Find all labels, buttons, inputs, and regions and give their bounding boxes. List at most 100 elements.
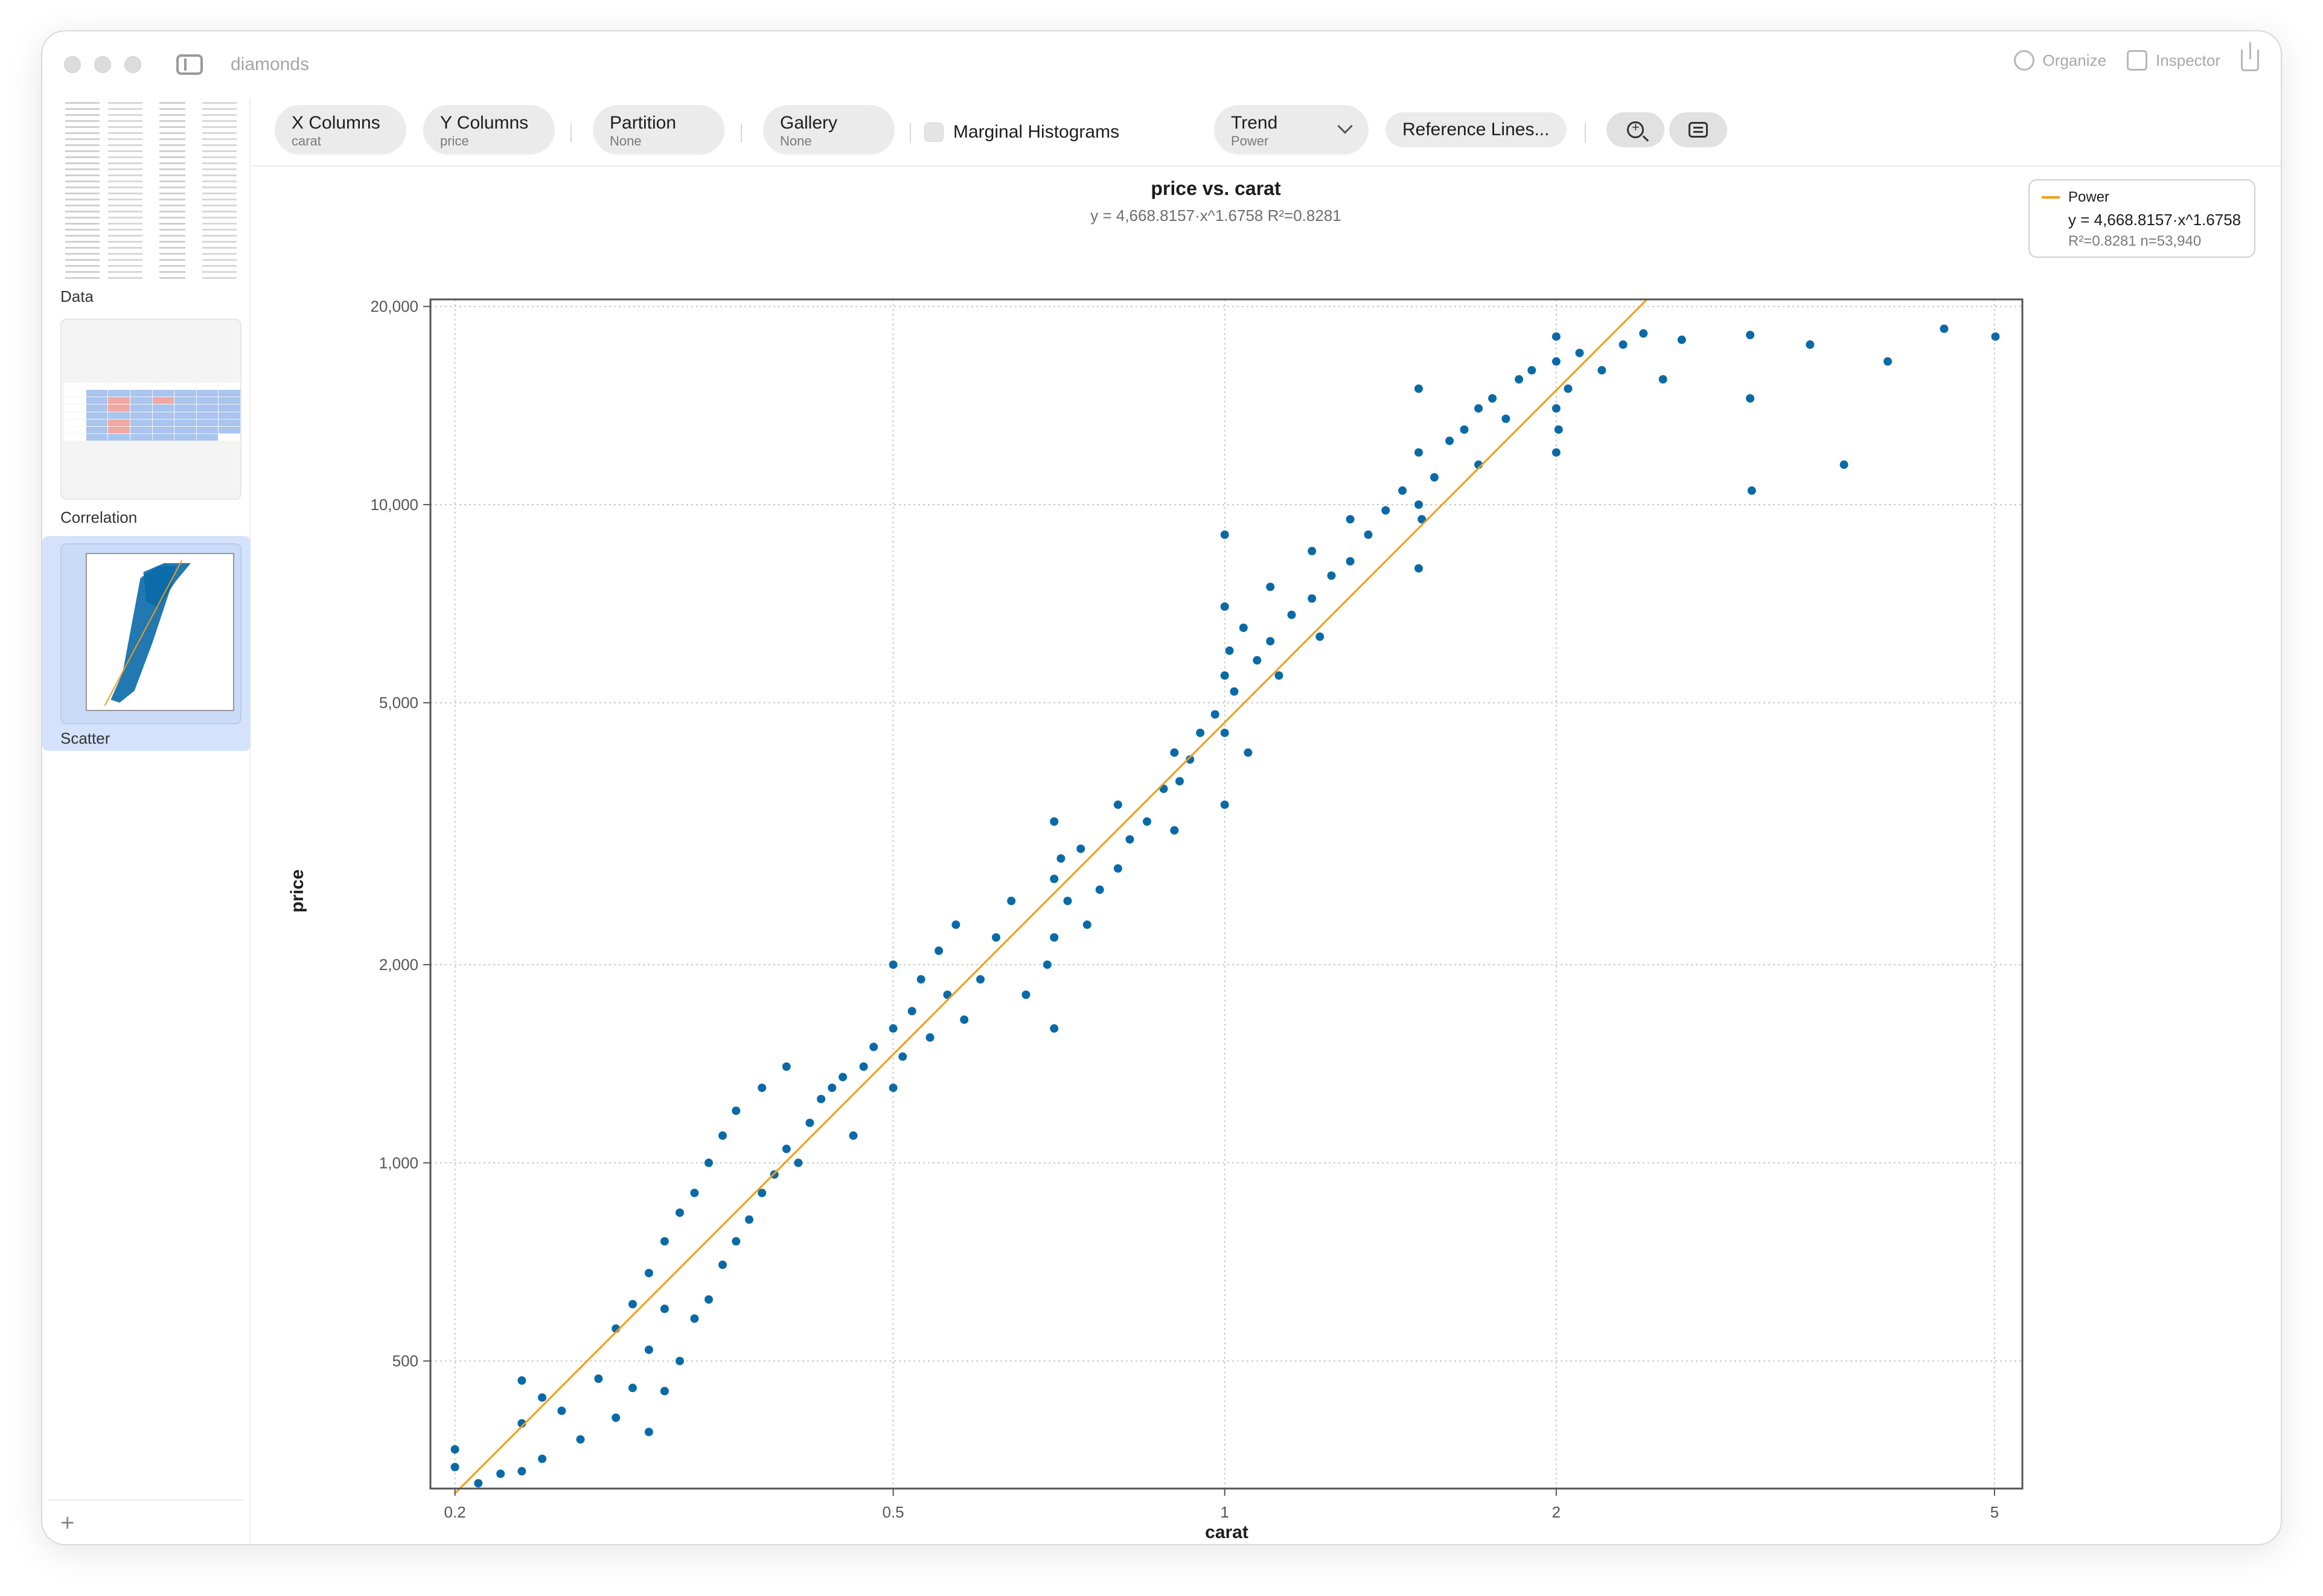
- trend-line: [454, 298, 1648, 1494]
- sidebar-item-correlation[interactable]: Correlation: [42, 319, 251, 536]
- data-point: [594, 1374, 603, 1383]
- data-point: [628, 1300, 637, 1309]
- data-point: [690, 1314, 699, 1323]
- legend-stats: R²=0.8281 n=53,940: [2068, 233, 2202, 249]
- data-point: [1113, 800, 1122, 809]
- data-point: [1143, 817, 1151, 826]
- legend-name: Power: [2068, 189, 2110, 205]
- x-tick-label: 0.5: [883, 1503, 904, 1521]
- data-point: [1414, 448, 1423, 457]
- app-window: diamonds Organize Inspector Data Correla…: [41, 30, 2282, 1545]
- data-point: [782, 1062, 791, 1071]
- trend-legend[interactable]: Power y = 4,668.8157·x^1.6758 R²=0.8281 …: [2028, 179, 2255, 258]
- data-point: [1266, 583, 1275, 592]
- data-point: [1230, 687, 1239, 696]
- data-point: [1175, 777, 1184, 786]
- y-tick-label: 1,000: [379, 1154, 418, 1172]
- share-icon[interactable]: [2241, 42, 2259, 71]
- sidebar-toggle-icon[interactable]: [176, 54, 203, 75]
- data-point: [1050, 817, 1059, 826]
- close-window-button[interactable]: [64, 56, 81, 73]
- data-point: [1839, 460, 1848, 469]
- data-point: [758, 1084, 767, 1093]
- data-point: [1220, 671, 1229, 680]
- data-point: [1346, 515, 1355, 524]
- data-point: [1050, 933, 1059, 942]
- data-point: [1170, 748, 1179, 757]
- inspector-button[interactable]: Inspector: [2127, 50, 2220, 71]
- data-point: [1063, 896, 1072, 905]
- scatter-mini-plot: [86, 553, 234, 711]
- comment-icon: [1689, 122, 1708, 138]
- data-point: [1445, 436, 1454, 445]
- y-axis-label: price: [287, 869, 307, 913]
- reference-lines-button[interactable]: Reference Lines...: [1385, 112, 1567, 147]
- title-bar: diamonds Organize Inspector: [42, 31, 2281, 98]
- zoom-button[interactable]: [1606, 112, 1664, 147]
- partition-value: None: [610, 133, 642, 148]
- chart-subtitle: y = 4,668.8157·x^1.6758 R²=0.8281: [1090, 206, 1341, 225]
- zoom-window-button[interactable]: [124, 56, 141, 73]
- data-point: [705, 1295, 713, 1304]
- scatter-chart[interactable]: price vs. carat y = 4,668.8157·x^1.6758 …: [251, 168, 2281, 1544]
- data-point: [898, 1052, 907, 1061]
- data-point: [718, 1131, 727, 1140]
- data-point: [1398, 486, 1407, 495]
- x-columns-button[interactable]: X Columns carat: [275, 105, 406, 155]
- add-sheet-button[interactable]: +: [60, 1510, 74, 1537]
- data-point: [612, 1413, 621, 1422]
- data-point: [889, 1084, 898, 1093]
- data-point: [1095, 885, 1104, 894]
- sidebar-divider: [48, 1499, 243, 1501]
- data-point: [960, 1015, 969, 1024]
- sidebar-item-scatter[interactable]: Scatter: [42, 536, 251, 751]
- data-point: [1043, 960, 1052, 969]
- y-columns-button[interactable]: Y Columns price: [423, 105, 555, 155]
- data-point: [1007, 896, 1016, 905]
- legend-equation: y = 4,668.8157·x^1.6758: [2068, 211, 2242, 229]
- data-point: [1618, 340, 1628, 349]
- data-point: [889, 1024, 898, 1033]
- gallery-title: Gallery: [780, 113, 838, 133]
- data-point: [1551, 404, 1561, 413]
- y-columns-value: price: [440, 133, 469, 148]
- data-point: [496, 1469, 505, 1478]
- gallery-button[interactable]: Gallery None: [763, 105, 895, 155]
- partition-button[interactable]: Partition None: [593, 105, 724, 155]
- data-point: [1056, 854, 1066, 863]
- data-point: [1551, 448, 1561, 457]
- data-point: [1597, 366, 1606, 375]
- sidebar-item-label: Correlation: [60, 508, 138, 526]
- chart-toolbar: X Columns carat Y Columns price Partitio…: [251, 98, 2281, 167]
- annotation-button[interactable]: [1669, 112, 1727, 147]
- data-point: [935, 946, 944, 955]
- minimize-window-button[interactable]: [94, 56, 111, 73]
- correlation-thumbnail: [60, 319, 241, 500]
- data-point: [889, 960, 898, 969]
- data-point: [1082, 920, 1091, 929]
- data-point: [644, 1345, 653, 1355]
- marginal-histograms-toggle[interactable]: Marginal Histograms: [924, 122, 1119, 142]
- data-point: [557, 1406, 566, 1416]
- legend-swatch: [2042, 196, 2060, 199]
- data-point: [1220, 530, 1229, 539]
- legend-entry: Power: [2042, 189, 2242, 206]
- trend-dropdown[interactable]: Trend Power: [1214, 105, 1369, 155]
- data-point: [1287, 610, 1296, 619]
- data-point: [1225, 646, 1234, 655]
- data-point: [1315, 632, 1324, 641]
- data-point: [517, 1467, 526, 1476]
- toolbar-separator: [741, 123, 742, 142]
- reference-lines-label: Reference Lines...: [1402, 120, 1550, 139]
- chart-title: price vs. carat: [1151, 177, 1281, 199]
- sidebar-item-data[interactable]: Data: [42, 98, 251, 309]
- data-point: [1460, 425, 1469, 434]
- data-point: [817, 1094, 826, 1103]
- gallery-value: None: [780, 133, 812, 148]
- organize-label: Organize: [2042, 51, 2107, 69]
- data-point: [1274, 671, 1283, 680]
- data-point: [1266, 637, 1275, 646]
- toolbar-separator: [910, 123, 911, 142]
- marginal-histograms-checkbox[interactable]: [924, 123, 944, 142]
- organize-button[interactable]: Organize: [2013, 50, 2107, 71]
